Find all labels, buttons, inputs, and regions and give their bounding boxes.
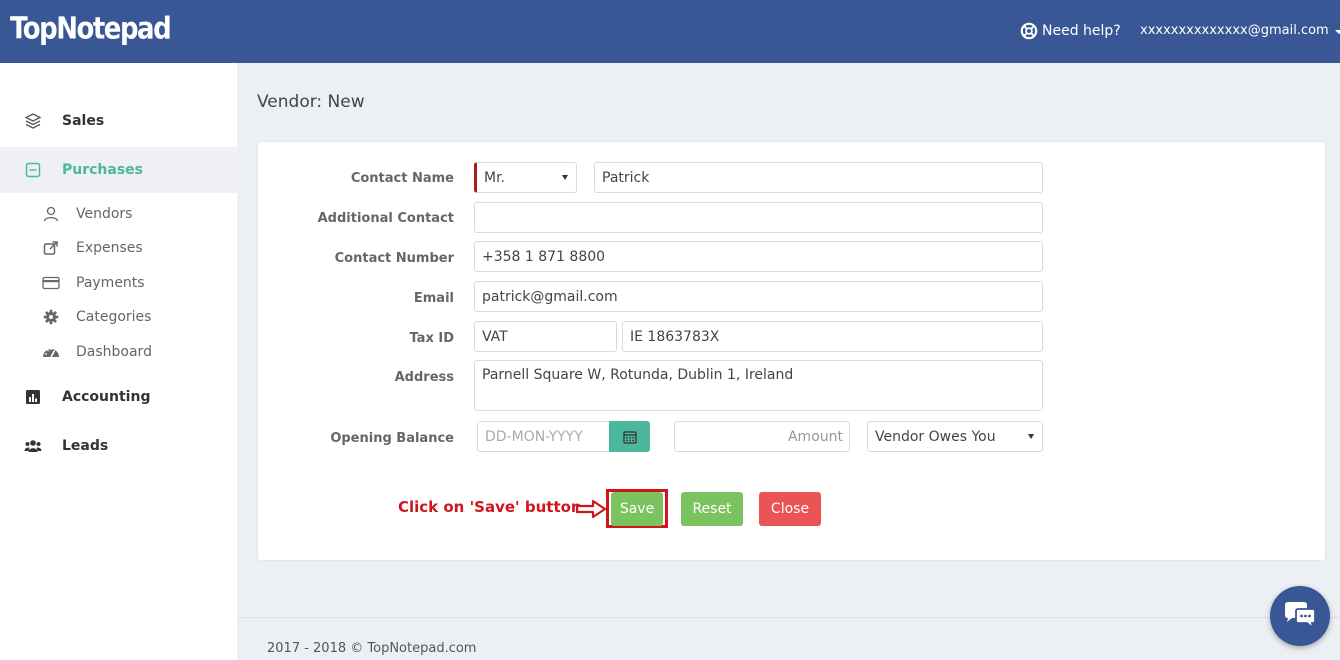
save-annotation: Click on 'Save' button — [398, 498, 582, 516]
tax-id-label: Tax ID — [409, 331, 454, 346]
email-input[interactable]: patrick@gmail.com — [474, 281, 1043, 312]
share-icon — [42, 239, 60, 257]
close-button[interactable]: Close — [759, 492, 821, 526]
sidebar-item-label: Expenses — [76, 240, 143, 256]
sidebar-item-label: Purchases — [62, 162, 144, 178]
sidebar-item-sales[interactable]: Sales — [0, 98, 237, 144]
minus-square-icon — [24, 161, 42, 179]
bar-chart-icon — [24, 388, 42, 406]
layers-icon — [24, 112, 42, 130]
save-button[interactable]: Save — [611, 492, 663, 526]
reset-button[interactable]: Reset — [681, 492, 743, 526]
amount-input[interactable]: Amount — [674, 421, 850, 452]
email-label: Email — [413, 291, 454, 306]
sidebar-item-label: Dashboard — [76, 344, 152, 360]
opening-balance-label: Opening Balance — [330, 431, 454, 446]
sidebar-item-label: Accounting — [62, 389, 151, 405]
gear-icon — [42, 308, 60, 326]
tax-id-input[interactable]: IE 1863783X — [622, 321, 1043, 352]
sidebar-item-label: Categories — [76, 309, 152, 325]
credit-card-icon — [42, 274, 60, 292]
user-email: xxxxxxxxxxxxxx@gmail.com — [1140, 23, 1329, 38]
app-logo[interactable]: TopNotepad — [10, 12, 172, 47]
salutation-value: Mr. — [484, 169, 505, 186]
help-link[interactable]: Need help? — [1020, 22, 1121, 40]
dashboard-icon — [42, 343, 60, 361]
sidebar-item-label: Sales — [62, 113, 105, 129]
sidebar-item-label: Leads — [62, 438, 109, 454]
contact-name-input[interactable]: Patrick — [594, 162, 1043, 193]
contact-number-label: Contact Number — [334, 251, 454, 266]
chevron-down-icon — [1028, 434, 1034, 439]
footer-divider — [237, 617, 1340, 618]
address-label: Address — [394, 370, 454, 385]
balance-type-value: Vendor Owes You — [875, 428, 996, 445]
sidebar-item-dashboard[interactable]: Dashboard — [0, 337, 237, 367]
footer-copyright: 2017 - 2018 © TopNotepad.com — [267, 641, 477, 656]
salutation-select[interactable]: Mr. — [474, 162, 577, 193]
users-icon — [24, 437, 42, 455]
sidebar-item-expenses[interactable]: Expenses — [0, 233, 237, 263]
sidebar-item-label: Payments — [76, 275, 145, 291]
sidebar-item-leads[interactable]: Leads — [0, 423, 237, 469]
chevron-down-icon — [1334, 29, 1340, 34]
contact-name-label: Contact Name — [350, 171, 454, 186]
chat-button[interactable] — [1270, 586, 1330, 646]
calendar-icon — [622, 430, 637, 444]
balance-type-select[interactable]: Vendor Owes You — [867, 421, 1043, 452]
user-icon — [42, 205, 60, 223]
tax-type-input[interactable]: VAT — [474, 321, 617, 352]
arrow-right-icon — [575, 499, 607, 519]
user-menu[interactable]: xxxxxxxxxxxxxx@gmail.com — [1140, 23, 1340, 38]
sidebar-item-vendors[interactable]: Vendors — [0, 199, 237, 229]
sidebar-item-categories[interactable]: Categories — [0, 302, 237, 332]
sidebar-item-payments[interactable]: Payments — [0, 268, 237, 298]
contact-number-input[interactable]: +358 1 871 8800 — [474, 241, 1043, 272]
sidebar: Sales Purchases Vendors Expenses Payment… — [0, 63, 237, 660]
lifebuoy-icon — [1020, 22, 1038, 40]
address-textarea[interactable]: Parnell Square W, Rotunda, Dublin 1, Ire… — [474, 360, 1043, 411]
chevron-down-icon — [562, 175, 568, 180]
chat-icon — [1285, 602, 1316, 631]
top-bar: TopNotepad Need help? xxxxxxxxxxxxxx@gma… — [0, 0, 1340, 63]
help-label: Need help? — [1042, 23, 1121, 39]
sidebar-item-purchases[interactable]: Purchases — [0, 147, 237, 193]
page-title: Vendor: New — [257, 92, 365, 112]
calendar-button[interactable] — [609, 421, 650, 452]
additional-contact-label: Additional Contact — [317, 211, 454, 226]
date-input[interactable]: DD-MON-YYYY — [477, 421, 610, 452]
sidebar-item-label: Vendors — [76, 206, 133, 222]
additional-contact-input[interactable] — [474, 202, 1043, 233]
sidebar-item-accounting[interactable]: Accounting — [0, 374, 237, 420]
